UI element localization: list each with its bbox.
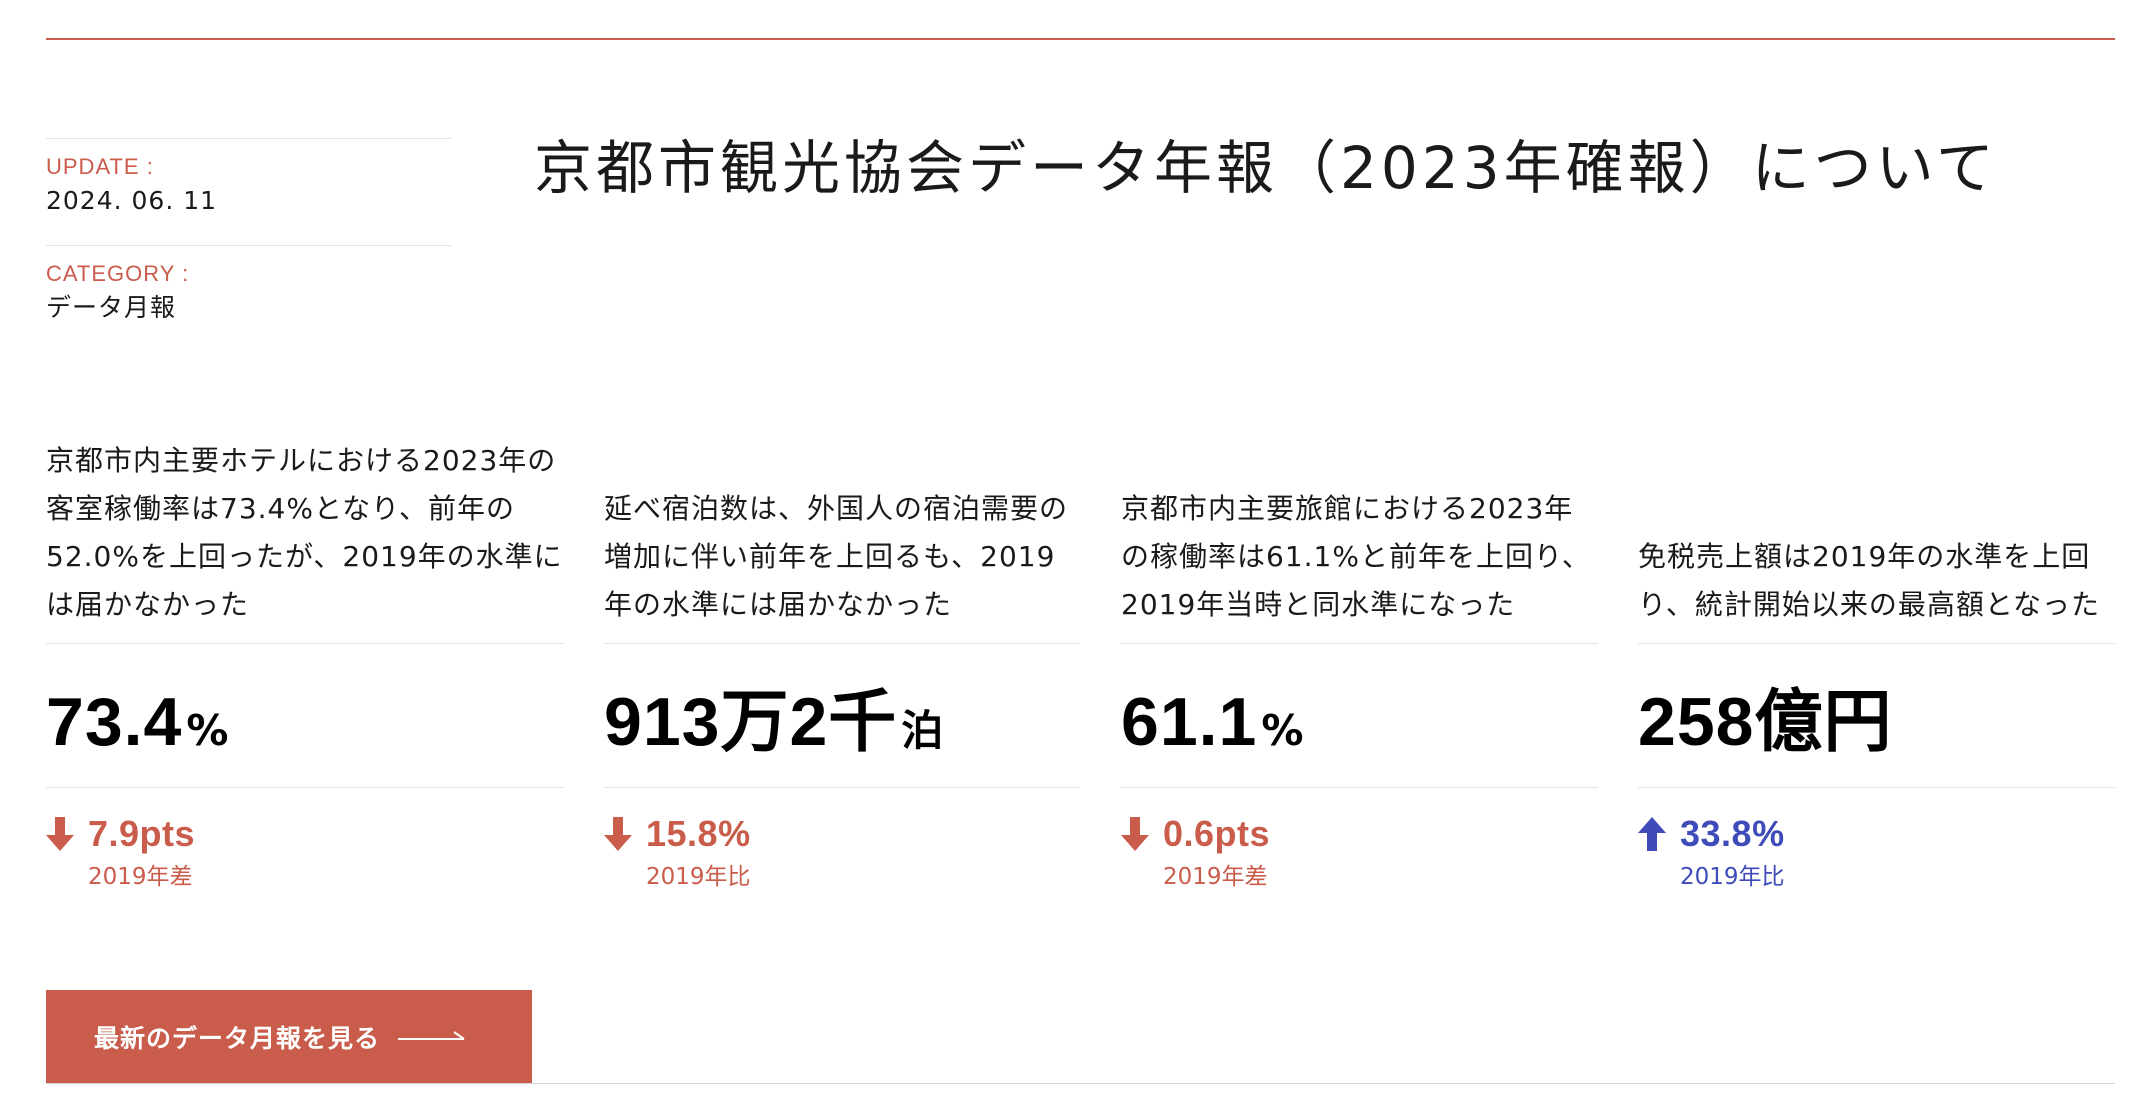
category-info: CATEGORY : データ月報 (46, 245, 452, 337)
stat-description-box: 京都市内主要ホテルにおける2023年の客室稼働率は73.4%となり、前年の52.… (46, 432, 564, 644)
category-value: データ月報 (46, 293, 177, 322)
stat-card-hotel-occupancy: 京都市内主要ホテルにおける2023年の客室稼働率は73.4%となり、前年の52.… (46, 432, 564, 894)
stat-change-caption: 2019年比 (646, 864, 751, 890)
arrow-down-icon (1121, 817, 1149, 851)
stat-description-box: 免税売上額は2019年の水準を上回り、統計開始以来の最高額となった (1638, 432, 2115, 644)
stat-value: 73.4 (46, 684, 183, 760)
stat-value-row: 61.1% (1121, 644, 1598, 788)
stat-value: 913万2千 (604, 684, 898, 760)
stat-change: 7.9pts 2019年差 (46, 788, 564, 894)
stat-description: 京都市内主要旅館における2023年の稼働率は61.1%と前年を上回り、2019年… (1121, 492, 1591, 621)
stat-description-box: 京都市内主要旅館における2023年の稼働率は61.1%と前年を上回り、2019年… (1121, 432, 1598, 644)
stat-change-value: 0.6pts (1163, 813, 1271, 854)
view-latest-monthly-report-button[interactable]: 最新のデータ月報を見る (46, 990, 532, 1083)
stat-card-tax-free-sales: 免税売上額は2019年の水準を上回り、統計開始以来の最高額となった 258億円 … (1638, 432, 2115, 894)
stat-value-row: 73.4% (46, 644, 564, 788)
stat-description: 延べ宿泊数は、外国人の宿泊需要の増加に伴い前年を上回るも、2019年の水準には届… (604, 492, 1069, 621)
top-divider (46, 38, 2115, 40)
stat-change-value: 33.8% (1680, 813, 1785, 854)
stat-change-value: 7.9pts (88, 813, 196, 854)
stat-value-row: 913万2千泊 (604, 644, 1080, 788)
stat-change: 33.8% 2019年比 (1638, 788, 2115, 894)
stat-card-ryokan-occupancy: 京都市内主要旅館における2023年の稼働率は61.1%と前年を上回り、2019年… (1121, 432, 1598, 894)
stat-change-caption: 2019年差 (1163, 864, 1268, 890)
stat-card-overnight-stays: 延べ宿泊数は、外国人の宿泊需要の増加に伴い前年を上回るも、2019年の水準には届… (604, 432, 1080, 894)
long-arrow-right-icon (398, 1030, 465, 1040)
category-label: CATEGORY : (46, 261, 190, 286)
arrow-down-icon (604, 817, 632, 851)
stat-description: 京都市内主要ホテルにおける2023年の客室稼働率は73.4%となり、前年の52.… (46, 444, 563, 621)
stat-change-caption: 2019年比 (1680, 864, 1785, 890)
stat-change: 15.8% 2019年比 (604, 788, 1080, 894)
stat-unit: % (186, 706, 229, 755)
stat-change-value: 15.8% (646, 813, 751, 854)
stat-unit: % (1261, 706, 1304, 755)
stat-change-caption: 2019年差 (88, 864, 193, 890)
arrow-up-icon (1638, 817, 1666, 851)
stat-description-box: 延べ宿泊数は、外国人の宿泊需要の増加に伴い前年を上回るも、2019年の水準には届… (604, 432, 1080, 644)
update-date: 2024. 06. 11 (46, 186, 218, 215)
article-meta: UPDATE : 2024. 06. 11 CATEGORY : データ月報 (46, 138, 452, 352)
stat-value: 61.1 (1121, 684, 1258, 760)
cta-label: 最新のデータ月報を見る (94, 1024, 381, 1053)
stat-change: 0.6pts 2019年差 (1121, 788, 1598, 894)
bottom-divider (46, 1083, 2115, 1084)
arrow-down-icon (46, 817, 74, 851)
page-title: 京都市観光協会データ年報（2023年確報）について (534, 134, 1998, 202)
stat-value-row: 258億円 (1638, 644, 2115, 788)
stat-description: 免税売上額は2019年の水準を上回り、統計開始以来の最高額となった (1638, 540, 2101, 621)
stat-unit: 泊 (901, 706, 944, 755)
update-info: UPDATE : 2024. 06. 11 (46, 138, 452, 230)
stat-value: 258億円 (1638, 684, 1893, 760)
update-label: UPDATE : (46, 154, 154, 179)
